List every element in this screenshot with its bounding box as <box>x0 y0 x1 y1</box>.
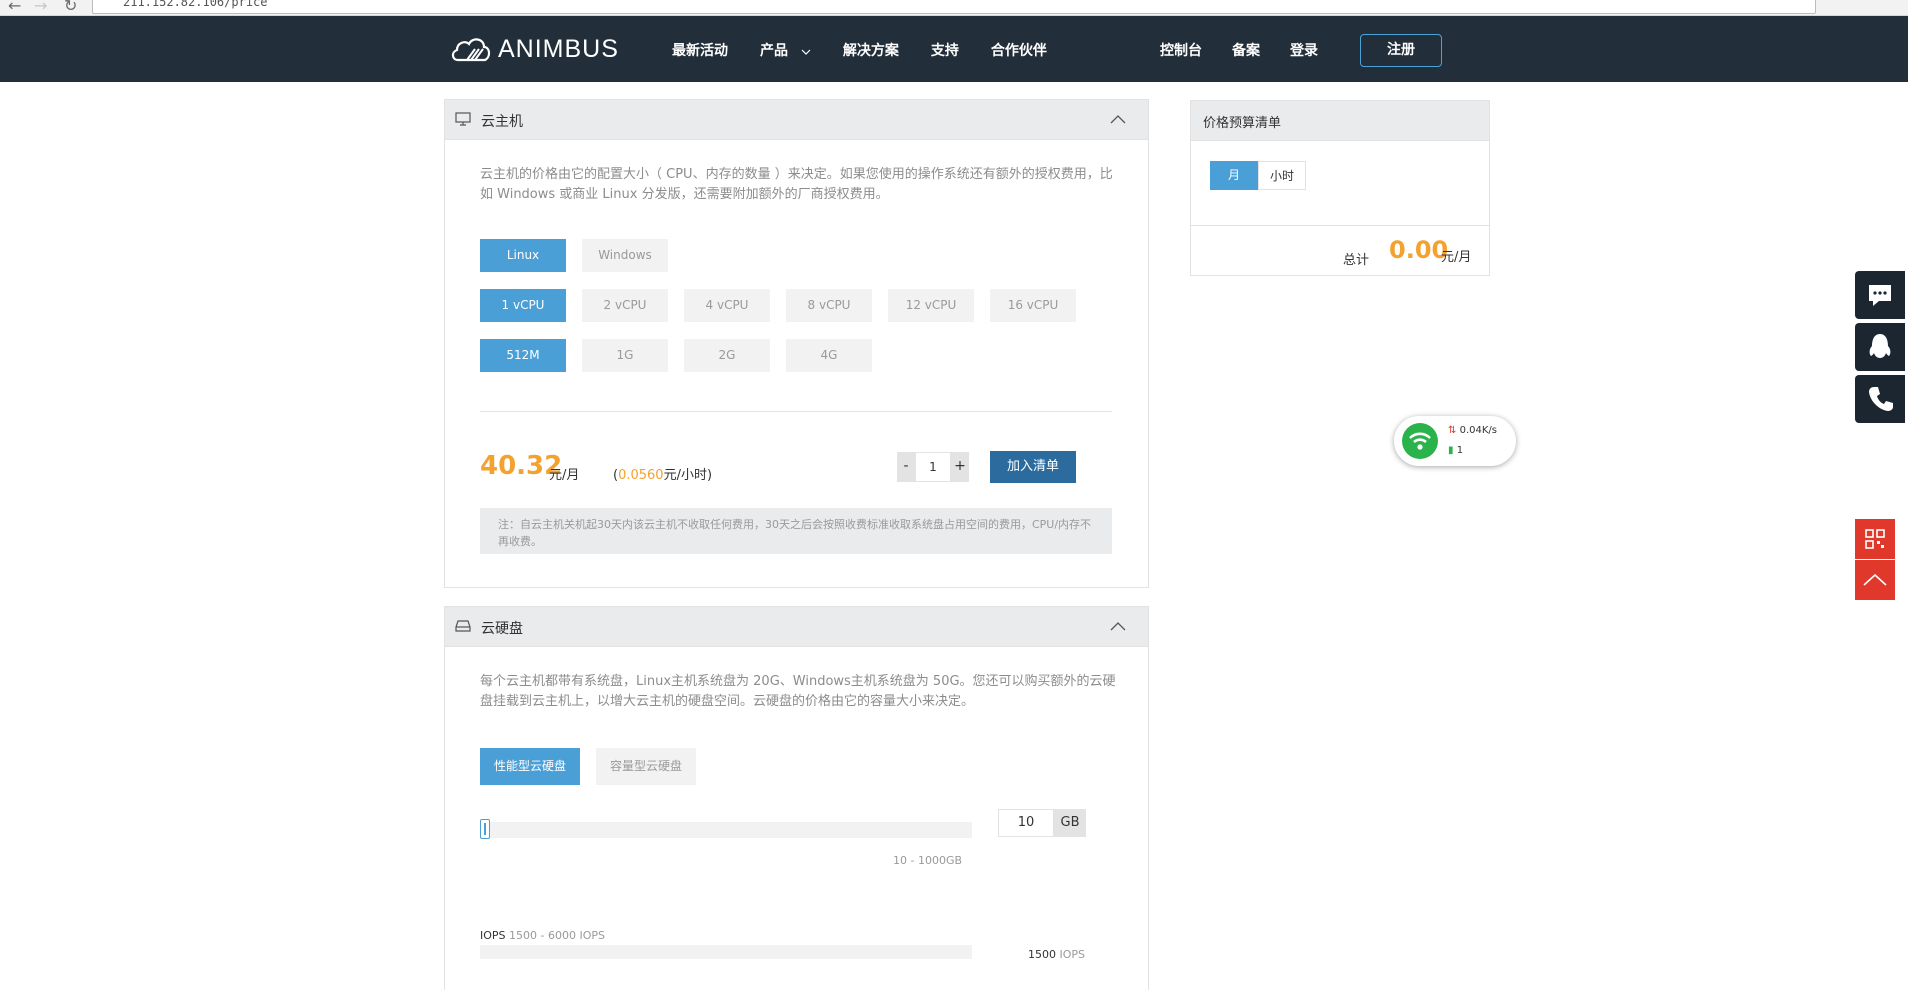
nav-filing[interactable]: 备案 <box>1232 40 1260 60</box>
total-value: 0.00 <box>1389 236 1449 264</box>
nav-support[interactable]: 支持 <box>931 40 959 60</box>
nav-products[interactable]: 产品 <box>760 40 811 60</box>
account-nav: 控制台 备案 登录 <box>1160 40 1348 60</box>
network-speed-value: 0.04K/s <box>1459 425 1497 436</box>
qr-code-icon <box>1865 529 1885 549</box>
browser-toolbar: ← → ↻ 211.152.82.106/price <box>0 0 1908 16</box>
quantity-plus-button[interactable]: + <box>951 452 969 482</box>
quantity-input[interactable]: 1 <box>915 452 951 482</box>
monthly-price-unit: 元/月 <box>549 468 580 483</box>
disk-size-input[interactable]: 10 <box>998 809 1054 837</box>
iops-title: IOPS <box>480 929 506 942</box>
cpu-option-16[interactable]: 16 vCPU <box>990 289 1076 322</box>
vm-note: 注：自云主机关机起30天内该云主机不收取任何费用，30天之后会按照收费标准收取系… <box>480 508 1112 554</box>
iops-number: 1500 <box>1028 948 1056 961</box>
reload-icon[interactable]: ↻ <box>64 0 77 15</box>
penguin-icon <box>1869 334 1891 358</box>
disk-panel: 云硬盘 每个云主机都带有系统盘，Linux主机系统盘为 20G、Windows主… <box>444 606 1149 990</box>
disk-panel-header[interactable]: 云硬盘 <box>445 607 1148 647</box>
total-unit: 元/月 <box>1441 250 1472 265</box>
phone-button[interactable] <box>1855 375 1905 423</box>
budget-title: 价格预算清单 <box>1191 101 1489 141</box>
address-bar[interactable]: 211.152.82.106/price <box>92 0 1816 14</box>
mem-option-512m[interactable]: 512M <box>480 339 566 372</box>
connection-count: ▮ 1 <box>1448 445 1463 456</box>
chevron-up-icon <box>1863 573 1887 586</box>
chat-bubble-icon <box>1869 285 1891 306</box>
qr-code-button[interactable] <box>1855 519 1895 559</box>
os-option-windows[interactable]: Windows <box>582 239 668 272</box>
cpu-option-8[interactable]: 8 vCPU <box>786 289 872 322</box>
budget-hour-toggle[interactable]: 小时 <box>1258 161 1306 190</box>
register-button[interactable]: 注册 <box>1360 34 1442 67</box>
iops-unit: IOPS <box>1059 948 1086 961</box>
divider <box>480 411 1112 412</box>
back-to-top-button[interactable] <box>1855 560 1895 600</box>
nav-solutions[interactable]: 解决方案 <box>843 40 899 60</box>
forward-icon[interactable]: → <box>34 0 47 15</box>
network-speed-widget[interactable]: ⇅ 0.04K/s ▮ 1 <box>1394 416 1516 466</box>
iops-value: 1500 IOPS <box>1028 948 1085 961</box>
nav-login[interactable]: 登录 <box>1290 40 1318 60</box>
budget-month-toggle[interactable]: 月 <box>1210 161 1258 190</box>
site-header: ANIMBUS 最新活动 产品 解决方案 支持 合作伙伴 控制台 备案 登录 注… <box>0 16 1908 82</box>
cpu-option-1[interactable]: 1 vCPU <box>480 289 566 322</box>
vm-description: 云主机的价格由它的配置大小（ CPU、内存的数量 ）来决定。如果您使用的操作系统… <box>480 167 1113 202</box>
nav-products-label: 产品 <box>760 43 788 59</box>
network-speed: ⇅ 0.04K/s <box>1448 425 1497 436</box>
chevron-down-icon <box>801 49 811 55</box>
logo[interactable]: ANIMBUS <box>450 34 619 64</box>
cpu-option-12[interactable]: 12 vCPU <box>888 289 974 322</box>
disk-size-slider-handle[interactable] <box>480 819 490 839</box>
cloud-logo-icon <box>451 38 491 62</box>
vm-panel: 云主机 云主机的价格由它的配置大小（ CPU、内存的数量 ）来决定。如果您使用的… <box>444 99 1149 588</box>
phone-icon <box>1869 387 1893 411</box>
chevron-up-icon[interactable] <box>1110 114 1126 124</box>
nav-console[interactable]: 控制台 <box>1160 40 1202 60</box>
cpu-option-2[interactable]: 2 vCPU <box>582 289 668 322</box>
hourly-price: (0.0560元/小时) <box>613 464 712 483</box>
brand-name: ANIMBUS <box>498 34 619 63</box>
os-option-linux[interactable]: Linux <box>480 239 566 272</box>
mem-option-2g[interactable]: 2G <box>684 339 770 372</box>
iops-bar <box>480 945 972 959</box>
add-to-list-button[interactable]: 加入清单 <box>990 451 1076 483</box>
disk-size-slider[interactable] <box>480 822 972 838</box>
cpu-option-4[interactable]: 4 vCPU <box>684 289 770 322</box>
disk-size-range: 10 - 1000GB <box>893 854 963 867</box>
disk-type-capacity[interactable]: 容量型云硬盘 <box>596 748 696 785</box>
back-icon[interactable]: ← <box>8 0 21 15</box>
vm-panel-header[interactable]: 云主机 <box>445 100 1148 140</box>
iops-range: 1500 - 6000 IOPS <box>509 929 605 942</box>
total-label: 总计 <box>1343 253 1370 268</box>
hourly-price-value: 0.0560 <box>618 468 664 483</box>
qq-button[interactable] <box>1855 323 1905 371</box>
main-nav: 最新活动 产品 解决方案 支持 合作伙伴 <box>672 40 1079 60</box>
quantity-stepper: - 1 + <box>897 452 969 482</box>
quantity-minus-button[interactable]: - <box>897 452 915 482</box>
nav-partners[interactable]: 合作伙伴 <box>991 40 1047 60</box>
hard-disk-icon <box>455 620 471 632</box>
monitor-icon <box>455 112 471 126</box>
chevron-up-icon[interactable] <box>1110 621 1126 631</box>
mem-option-1g[interactable]: 1G <box>582 339 668 372</box>
address-text: 211.152.82.106/price <box>123 0 268 9</box>
vm-panel-title: 云主机 <box>481 114 523 130</box>
disk-description: 每个云主机都带有系统盘，Linux主机系统盘为 20G、Windows主机系统盘… <box>480 674 1116 709</box>
connection-count-value: 1 <box>1456 445 1464 456</box>
budget-panel: 价格预算清单 月 小时 总计 0.00 元/月 <box>1190 100 1490 276</box>
disk-size-unit: GB <box>1054 809 1086 837</box>
speed-bars-icon: ⇅ <box>1448 425 1457 436</box>
chat-button[interactable] <box>1855 271 1905 319</box>
hourly-price-unit: 元/小时) <box>663 468 713 483</box>
wifi-icon <box>1402 423 1438 459</box>
disk-panel-title: 云硬盘 <box>481 621 523 637</box>
divider <box>1191 225 1489 226</box>
disk-type-performance[interactable]: 性能型云硬盘 <box>480 748 580 785</box>
device-icon: ▮ <box>1448 445 1454 456</box>
iops-label: IOPS 1500 - 6000 IOPS <box>480 929 605 942</box>
nav-activities[interactable]: 最新活动 <box>672 40 728 60</box>
mem-option-4g[interactable]: 4G <box>786 339 872 372</box>
